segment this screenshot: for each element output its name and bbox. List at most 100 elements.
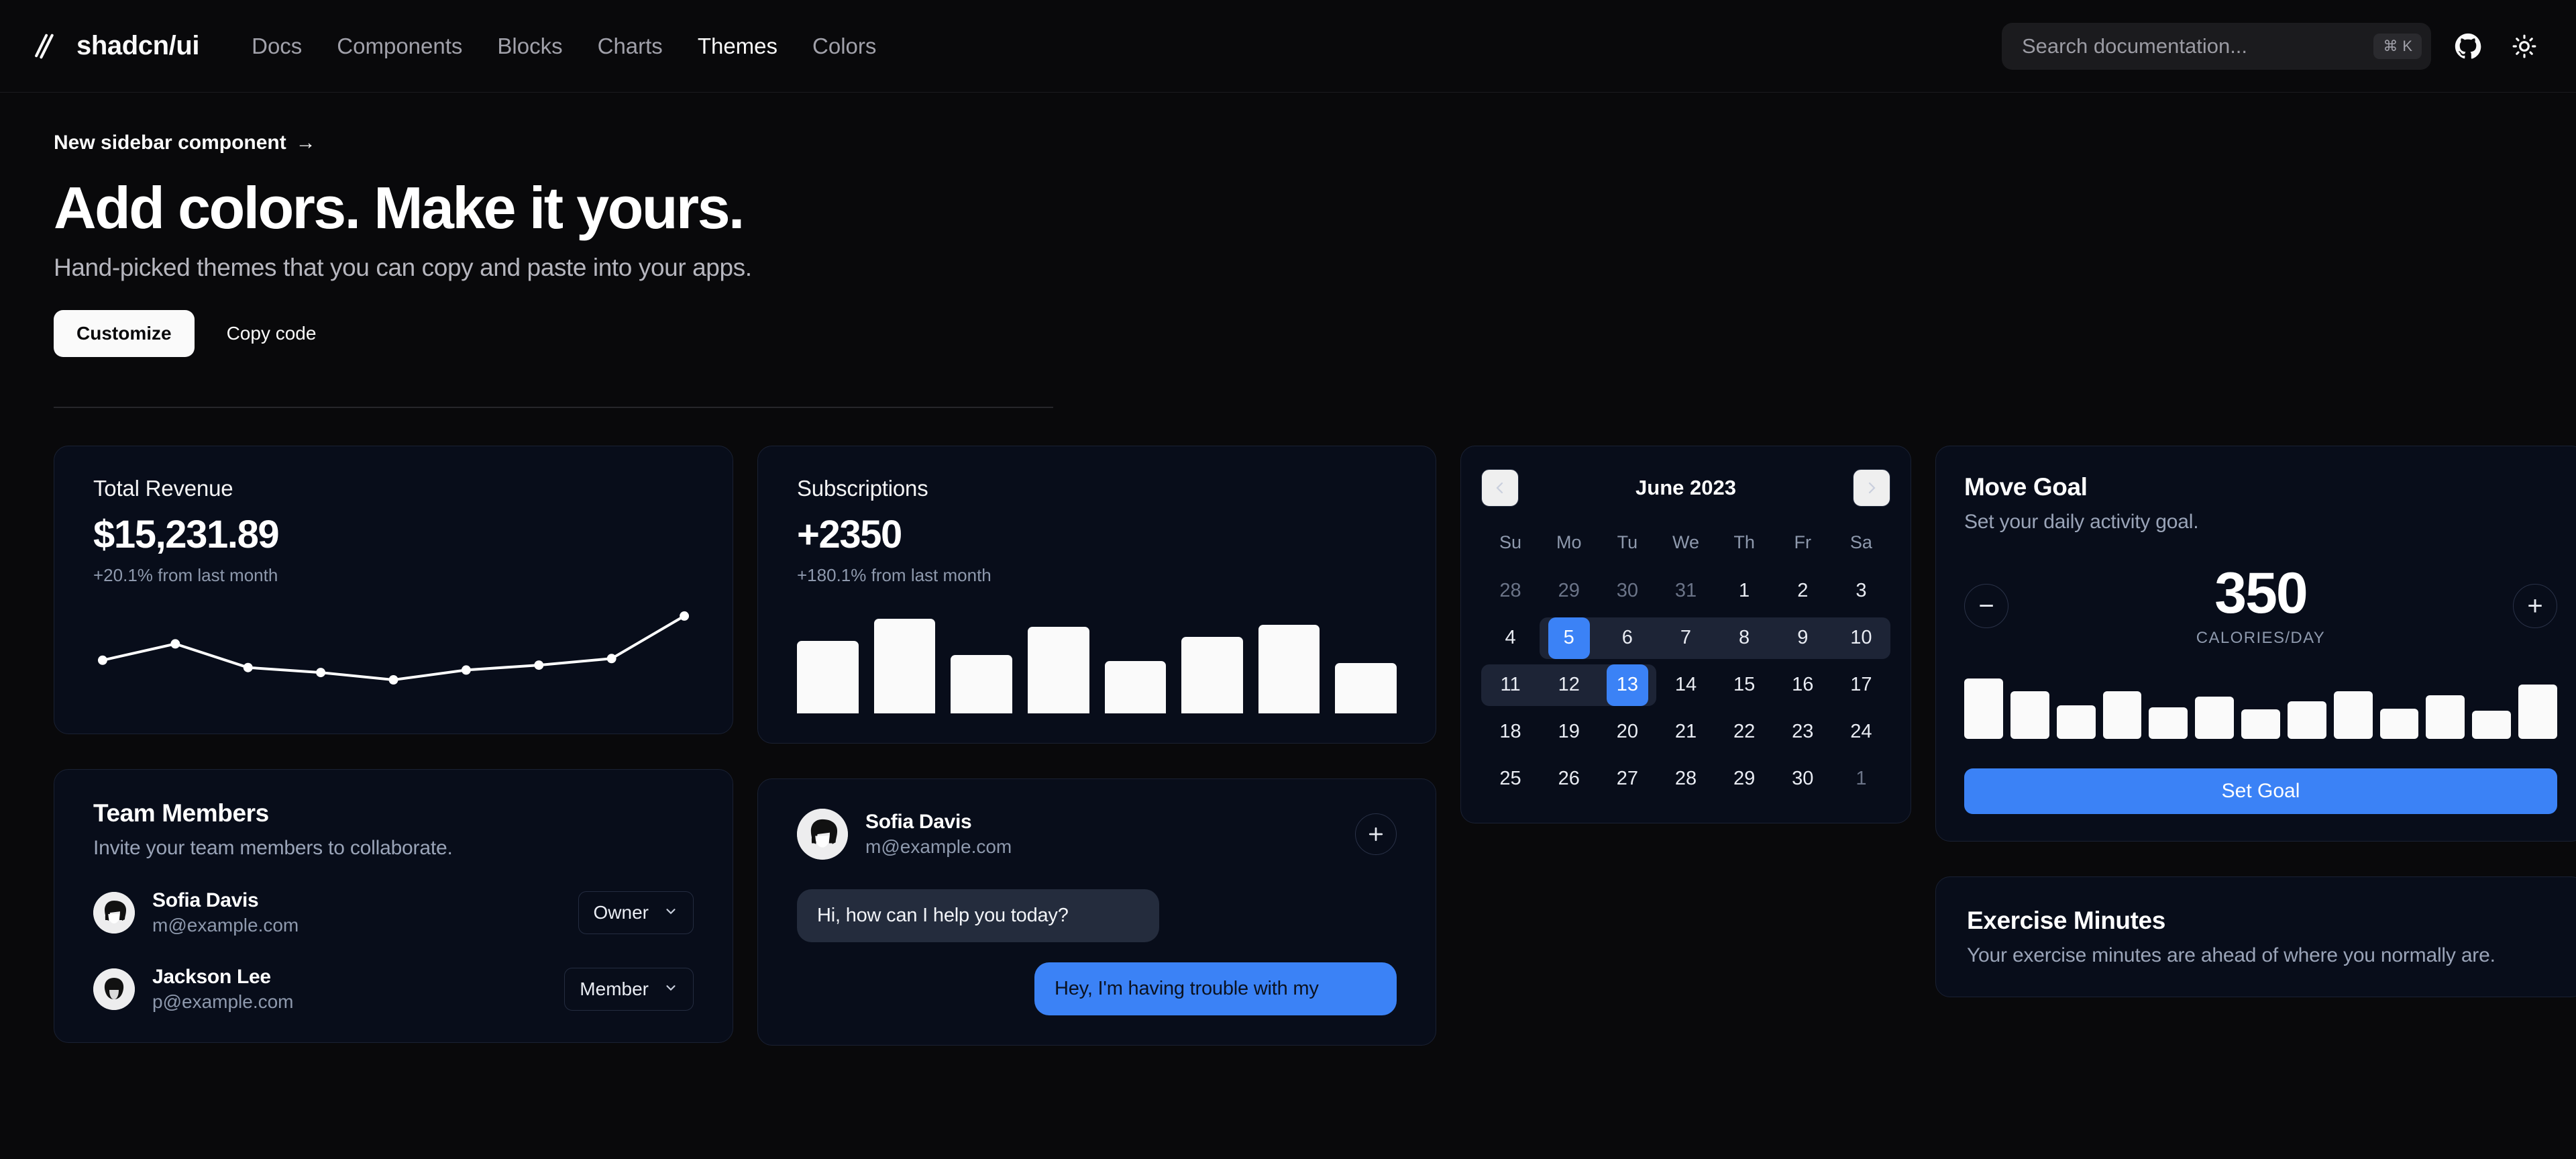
calendar-day-3[interactable]: 3 (1832, 570, 1890, 612)
calendar-weekday: Th (1733, 532, 1755, 552)
hero-announcement-link[interactable]: New sidebar component → (54, 132, 316, 154)
calendar-day-31[interactable]: 31 (1656, 570, 1715, 612)
nav-link-charts[interactable]: Charts (580, 34, 680, 59)
nav-link-themes[interactable]: Themes (680, 34, 795, 59)
calendar-day-18[interactable]: 18 (1481, 711, 1540, 753)
bar (1104, 660, 1167, 713)
list-item: Jackson Lee p@example.com Member (93, 966, 694, 1013)
move-goal-bar-chart (1964, 678, 2557, 739)
nav-link-docs[interactable]: Docs (234, 34, 319, 59)
calendar-day-1[interactable]: 1 (1832, 758, 1890, 800)
calendar-day-label: 1 (1739, 580, 1750, 602)
goal-stepper: − 350 CALORIES/DAY + (1964, 564, 2557, 648)
member-info: Jackson Lee p@example.com (152, 966, 294, 1013)
github-icon[interactable] (2449, 27, 2487, 66)
chat-user-email: m@example.com (865, 836, 1012, 857)
calendar-day-label: 28 (1499, 580, 1521, 602)
nav-link-components[interactable]: Components (319, 34, 480, 59)
calendar-day-19[interactable]: 19 (1540, 711, 1598, 753)
calendar-day-6[interactable]: 6 (1598, 617, 1657, 659)
bar (2241, 709, 2280, 739)
bar (1335, 662, 1397, 713)
calendar-day-30[interactable]: 30 (1598, 570, 1656, 612)
calendar-day-label: 23 (1792, 721, 1814, 743)
calendar-day-label: 29 (1558, 580, 1580, 602)
increment-goal-button[interactable]: + (2513, 583, 2557, 628)
calendar-day-22[interactable]: 22 (1715, 711, 1774, 753)
bar (797, 640, 859, 713)
bar (2287, 701, 2326, 739)
main-nav: Docs Components Blocks Charts Themes Col… (234, 34, 894, 59)
new-message-button[interactable] (1355, 813, 1397, 855)
calendar-weekday: Sa (1849, 532, 1872, 552)
hero-actions: Customize Copy code (54, 309, 2522, 357)
calendar-day-27[interactable]: 27 (1598, 758, 1656, 800)
search-input[interactable]: Search documentation... ⌘ K (2002, 22, 2431, 70)
calendar-day-label: 25 (1499, 768, 1521, 790)
calendar-day-2[interactable]: 2 (1774, 570, 1832, 612)
bar (2426, 695, 2465, 739)
calendar-day-20[interactable]: 20 (1598, 711, 1656, 753)
calendar-day-28[interactable]: 28 (1481, 570, 1540, 612)
calendar-day-14[interactable]: 14 (1656, 664, 1715, 706)
calendar-day-4[interactable]: 4 (1481, 617, 1540, 659)
copy-code-button[interactable]: Copy code (209, 310, 334, 357)
brand-logo[interactable]: shadcn/ui (32, 31, 200, 62)
calendar-day-29[interactable]: 29 (1540, 570, 1598, 612)
calendar-day-9[interactable]: 9 (1773, 617, 1832, 659)
site-header: shadcn/ui Docs Components Blocks Charts … (0, 0, 2576, 93)
sun-icon[interactable] (2505, 27, 2544, 66)
calendar-day-10[interactable]: 10 (1831, 617, 1891, 659)
exercise-minutes-title: Exercise Minutes (1967, 906, 2165, 934)
chevron-left-icon[interactable] (1481, 468, 1519, 507)
calendar-day-30[interactable]: 30 (1774, 758, 1832, 800)
calendar-day-21[interactable]: 21 (1656, 711, 1715, 753)
calendar-day-label: 9 (1797, 627, 1809, 649)
calendar-weekday: We (1672, 532, 1699, 552)
set-goal-button[interactable]: Set Goal (1964, 768, 2557, 814)
calendar-day-17[interactable]: 17 (1832, 664, 1890, 706)
chevron-right-icon[interactable] (1853, 468, 1890, 507)
role-select-member[interactable]: Member (564, 967, 694, 1011)
calendar-day-13[interactable]: 13 (1598, 664, 1657, 706)
member-info: Sofia Davis m@example.com (152, 889, 299, 936)
calendar-day-label: 6 (1621, 627, 1633, 649)
slash-logo-icon (32, 31, 63, 62)
calendar-day-28[interactable]: 28 (1656, 758, 1715, 800)
arrow-right-icon: → (295, 132, 316, 154)
calendar-day-label: 28 (1674, 768, 1697, 790)
calendar-day-label: 2 (1797, 580, 1809, 602)
dashboard-grid: Total Revenue $15,231.89 +20.1% from las… (0, 408, 2576, 1046)
nav-link-colors[interactable]: Colors (795, 34, 894, 59)
dashboard-column-2: Subscriptions +2350 +180.1% from last mo… (757, 445, 1436, 1046)
calendar-day-26[interactable]: 26 (1540, 758, 1598, 800)
calendar-day-16[interactable]: 16 (1774, 664, 1832, 706)
calendar-day-5[interactable]: 5 (1540, 617, 1599, 659)
calendar-day-label: 20 (1616, 721, 1638, 743)
calendar-day-23[interactable]: 23 (1774, 711, 1832, 753)
calendar-day-11[interactable]: 11 (1481, 664, 1540, 706)
avatar (93, 891, 135, 934)
bar (2472, 711, 2512, 739)
nav-link-blocks[interactable]: Blocks (480, 34, 580, 59)
chevron-down-icon (663, 978, 678, 1000)
list-item: Sofia Davis m@example.com Owner (93, 889, 694, 936)
calendar-day-25[interactable]: 25 (1481, 758, 1540, 800)
calendar-header: June 2023 (1481, 468, 1890, 507)
calendar-day-15[interactable]: 15 (1715, 664, 1774, 706)
customize-button[interactable]: Customize (54, 309, 195, 357)
calendar-day-24[interactable]: 24 (1832, 711, 1890, 753)
role-select-owner[interactable]: Owner (578, 891, 694, 934)
calendar-day-label: 11 (1500, 674, 1521, 696)
search-shortcut-badge: ⌘ K (2373, 33, 2422, 59)
calendar-day-label: 22 (1733, 721, 1756, 743)
calendar-day-7[interactable]: 7 (1656, 617, 1715, 659)
calendar-day-12[interactable]: 12 (1540, 664, 1599, 706)
calendar-card: June 2023 Su Mo Tu We Th Fr Sa 28 29 30 31 1 2 3 4 5 6 7 8… (1460, 445, 1911, 823)
hero-badge-label: New sidebar component (54, 132, 286, 154)
calendar-day-1[interactable]: 1 (1715, 570, 1774, 612)
decrement-goal-button[interactable]: − (1964, 583, 2008, 628)
calendar-day-29[interactable]: 29 (1715, 758, 1774, 800)
dashboard-column-4: Move Goal Set your daily activity goal. … (1935, 445, 2576, 997)
calendar-day-8[interactable]: 8 (1715, 617, 1774, 659)
